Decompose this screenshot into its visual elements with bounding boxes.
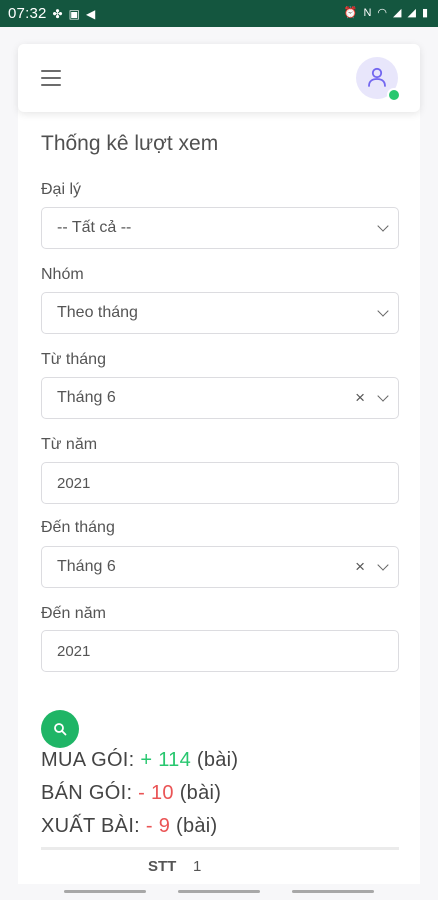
buy-package-unit: (bài)	[191, 749, 239, 771]
send-icon: ◀	[85, 6, 96, 21]
wifi-icon: ◠	[377, 7, 387, 19]
from-year-label: Từ năm	[41, 436, 98, 453]
from-month-label: Từ tháng	[41, 351, 106, 368]
buy-package-label: MUA GÓI:	[41, 749, 141, 771]
chevron-down-icon	[377, 220, 389, 232]
agent-select[interactable]: -- Tất cả --	[41, 207, 399, 249]
user-icon	[368, 67, 386, 87]
table-cell-stt: 1	[193, 858, 202, 875]
chevron-down-icon	[377, 390, 389, 402]
clear-icon[interactable]: ×	[355, 557, 365, 577]
buy-package-stat: MUA GÓI: + 114 (bài)	[41, 749, 238, 772]
from-year-input-value: 2021	[57, 474, 91, 492]
to-month-select[interactable]: Tháng 6 ×	[41, 546, 399, 588]
battery-icon: ▮	[421, 7, 428, 19]
export-post-value: - 9	[145, 815, 171, 837]
agent-label: Đại lý	[41, 181, 82, 198]
fan-icon: ✤	[52, 6, 63, 21]
from-year-input[interactable]: 2021	[41, 462, 399, 504]
search-button[interactable]	[41, 710, 79, 748]
search-icon	[54, 723, 67, 736]
sell-package-unit: (bài)	[173, 782, 222, 804]
signal-icon: ◢	[393, 7, 402, 19]
to-year-label: Đến năm	[41, 605, 106, 622]
table-column-stt: STT	[148, 858, 177, 875]
sell-package-label: BÁN GÓI:	[41, 782, 139, 804]
chevron-down-icon	[377, 559, 389, 571]
group-select-value: Theo tháng	[57, 304, 138, 321]
online-status-dot	[387, 88, 401, 102]
sell-package-stat: BÁN GÓI: - 10 (bài)	[41, 782, 221, 805]
export-post-label: XUẤT BÀI:	[41, 815, 146, 837]
nav-back-button[interactable]	[292, 890, 374, 893]
export-post-stat: XUẤT BÀI: - 9 (bài)	[41, 815, 218, 838]
alarm-icon: ⏰	[343, 7, 358, 19]
nav-home-button[interactable]	[178, 890, 260, 893]
agent-select-value: -- Tất cả --	[57, 219, 132, 236]
hamburger-menu-icon[interactable]	[41, 70, 61, 86]
status-bar: 07:32 ✤ ▣ ◀ ⏰ N ◠ ◢ ◢ ▮	[0, 0, 438, 27]
avatar[interactable]	[356, 57, 401, 102]
nav-recent-button[interactable]	[64, 890, 146, 893]
group-label: Nhóm	[41, 266, 84, 283]
buy-package-value: + 114	[140, 749, 192, 771]
export-post-unit: (bài)	[170, 815, 218, 837]
from-month-select-value: Tháng 6	[57, 389, 116, 406]
status-time: 07:32	[8, 5, 47, 22]
system-nav-bar	[0, 884, 438, 900]
to-year-input-value: 2021	[57, 642, 91, 660]
signal-icon: ◢	[407, 7, 416, 19]
group-select[interactable]: Theo tháng	[41, 292, 399, 334]
image-icon: ▣	[68, 6, 80, 21]
to-month-label: Đến tháng	[41, 519, 115, 536]
clear-icon[interactable]: ×	[355, 388, 365, 408]
to-year-input[interactable]: 2021	[41, 630, 399, 672]
top-navbar	[18, 44, 420, 112]
to-month-select-value: Tháng 6	[57, 558, 116, 575]
nfc-icon: N	[363, 7, 372, 19]
chevron-down-icon	[377, 305, 389, 317]
table-header-divider	[41, 847, 399, 850]
from-month-select[interactable]: Tháng 6 ×	[41, 377, 399, 419]
page-title: Thống kê lượt xem	[41, 132, 219, 155]
sell-package-value: - 10	[138, 782, 174, 804]
